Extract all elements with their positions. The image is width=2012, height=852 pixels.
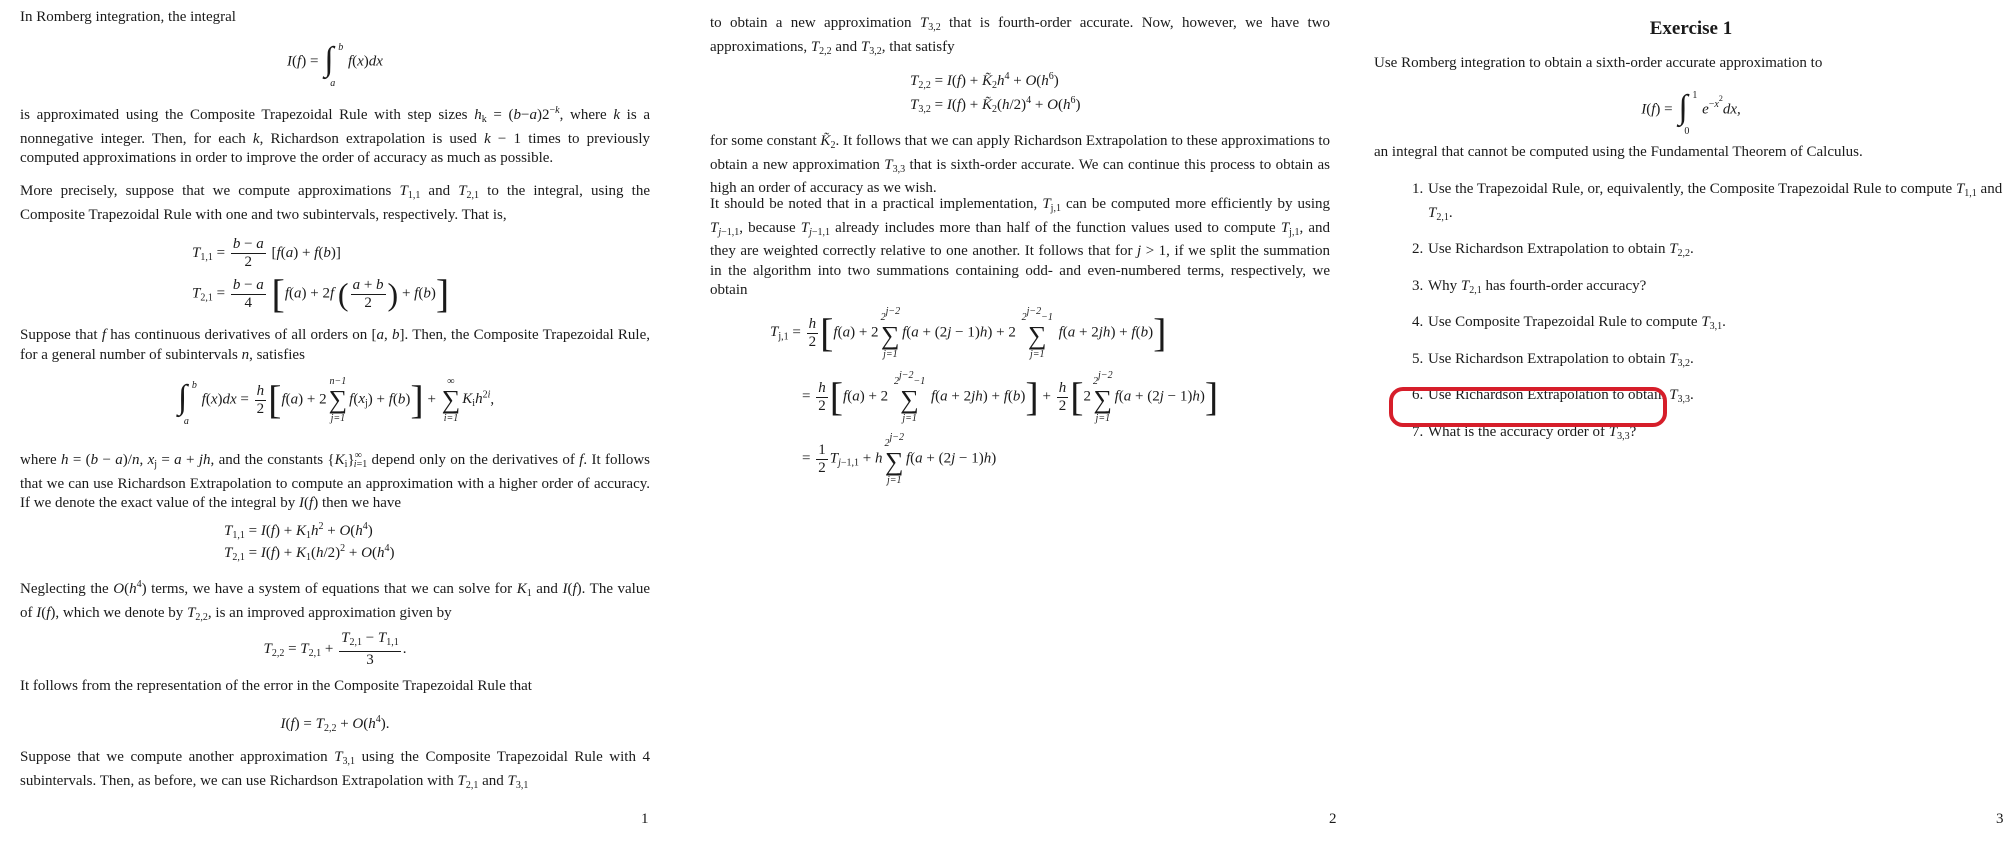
paragraph-step-sizes: is approximated using the Composite Trap… — [20, 105, 650, 166]
equation-integral-definition: I(f) = ∫ b a f(x)dx — [287, 41, 383, 89]
paragraph-neglecting: Neglecting the O(h4) terms, we have a sy… — [20, 579, 650, 623]
paragraph-intro: In Romberg integration, the integral — [20, 9, 236, 25]
paragraph-some-constant: for some constant K̃2. It follows that w… — [710, 133, 1330, 196]
equation-t22: T2,2 = T2,1 + T2,1 − T1,1 3. — [263, 630, 407, 668]
exercise-after: an integral that cannot be computed usin… — [1374, 144, 1863, 160]
equation-tj1-line2: = h 2 [f(a) + 2 2j−2−1 ∑ j=1 f(a + 2jh) + f(… — [802, 370, 1219, 424]
paragraph-more-precisely: More precisely, suppose that we compute … — [20, 183, 650, 223]
exercise-item-3: 3. Why T2,1 has fourth-order accuracy? — [1412, 277, 1647, 296]
page-number: 3 — [1996, 811, 2004, 827]
paragraph-t32: to obtain a new approximation T3,2 that … — [710, 15, 1330, 57]
page-2: to obtain a new approximation T3,2 that … — [690, 0, 1350, 852]
highlight-annotation-circle — [1389, 387, 1667, 427]
paragraph-it-follows: It follows from the representation of th… — [20, 678, 532, 694]
paragraph-continuous-derivatives: Suppose that f has continuous derivative… — [20, 327, 650, 363]
exercise-item-2: 2. Use Richardson Extrapolation to obtain… — [1412, 241, 1694, 259]
paragraph-another-approximation: Suppose that we compute another approxim… — [20, 749, 651, 791]
exercise-heading: Exercise 1 — [1649, 18, 1733, 39]
exercise-item-1: 1. Use the Trapezoidal Rule, or, equivale… — [1412, 181, 2003, 223]
page-number: 1 — [641, 811, 649, 827]
exercise-item-5: 5. Use Richardson Extrapolation to obtain… — [1412, 350, 1694, 369]
equation-t21-error: T2,1 = I(f) + K1(h/2)2 + O(h4) — [224, 543, 395, 563]
exercise-intro: Use Romberg integration to obtain a sixt… — [1374, 55, 1823, 71]
equation-exercise-integral: I(f) = ∫ 1 0 e−x2dx, — [1641, 89, 1741, 137]
equation-t21: T2,1 = b − a4 [f(a) + 2f (a + b 2) + f(b)… — [192, 271, 450, 316]
paragraph-where-h: where h = (b − a)/n, xj = a + jh, and th… — [20, 450, 650, 511]
page-1: In Romberg integration, the integral I(f… — [0, 0, 670, 852]
equation-tj1-line3: = 1 2 Tj−1,1 + h 2j−2 ∑ j=1 f(a + (2j − 1)h) — [802, 432, 997, 486]
equation-tj1-line1: Tj,1 = h 2 [f(a) + 2 2j−2 ∑ j=1 f(a + (2j − 1)… — [770, 306, 1167, 360]
equation-t32-error: T3,2 = I(f) + K̃2(h/2)4 + O(h6) — [910, 95, 1081, 115]
paragraph-practical-implementation: It should be noted that in a practical i… — [710, 196, 1330, 298]
exercise-item-4: 4. Use Composite Trapezoidal Rule to comp… — [1412, 314, 1726, 332]
equation-error-expansion: ∫ b a f(x)dx = h 2 [f(a) + 2 n−1 ∑ j=1 f(xj) + f… — [177, 376, 495, 427]
page-number: 2 — [1329, 811, 1337, 827]
equation-if-t22: I(f) = T2,2 + O(h4). — [280, 714, 390, 734]
equation-t11: T1,1 = b − a2 [f(a) + f(b)] — [192, 236, 341, 270]
